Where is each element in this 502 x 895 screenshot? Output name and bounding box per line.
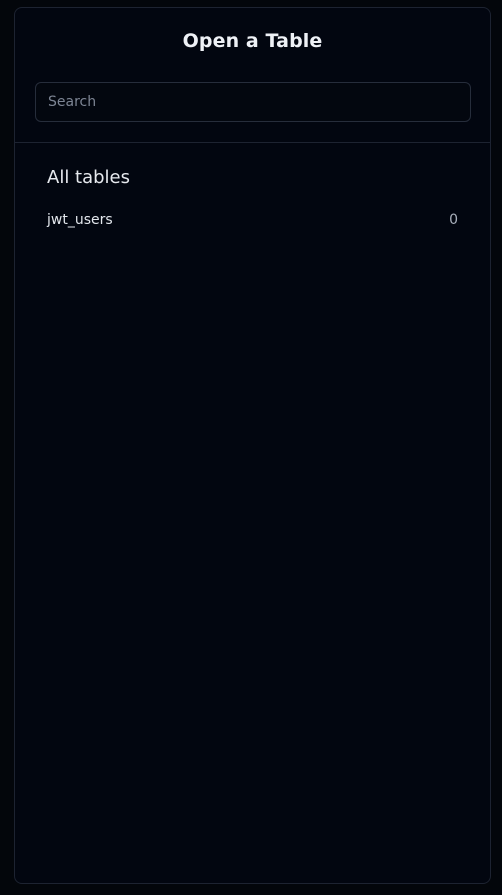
table-row-jwt-users[interactable]: jwt_users 0 — [47, 210, 458, 230]
table-list: jwt_users 0 — [47, 210, 458, 230]
search-box[interactable] — [35, 82, 471, 122]
search-input[interactable] — [36, 83, 470, 121]
table-name: jwt_users — [47, 212, 113, 228]
dialog-title: Open a Table — [182, 30, 323, 52]
open-table-dialog: Open a Table All tables jwt_users 0 — [14, 7, 491, 884]
all-tables-heading: All tables — [47, 167, 131, 188]
divider — [15, 142, 490, 143]
table-row-count: 0 — [449, 212, 458, 228]
